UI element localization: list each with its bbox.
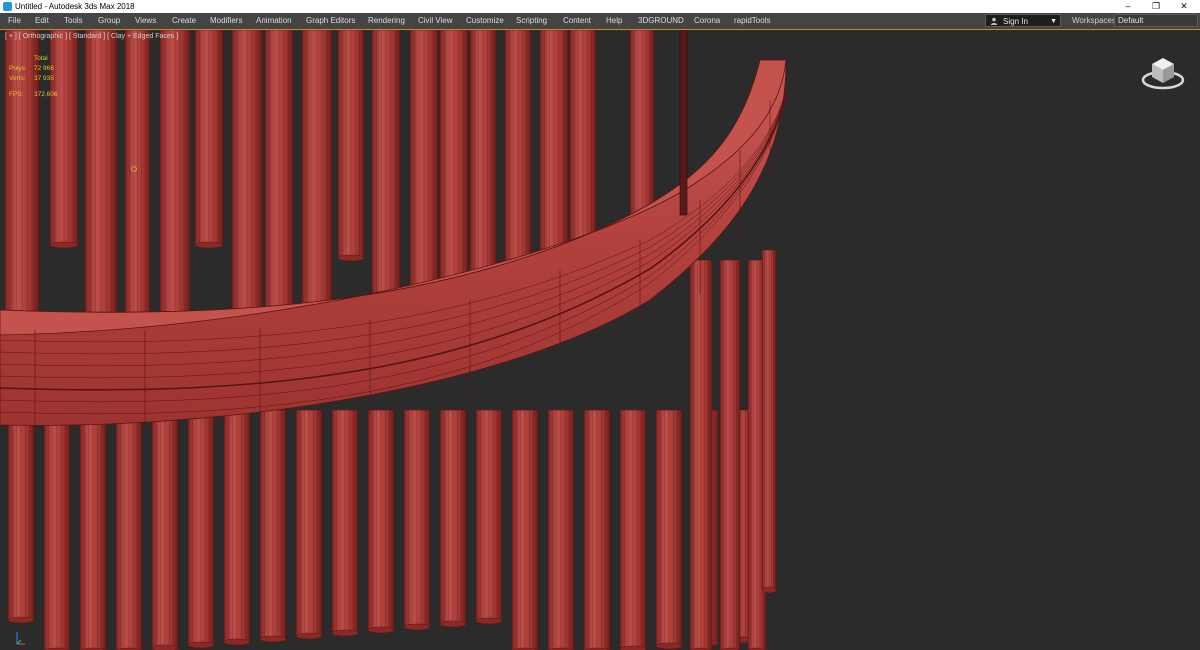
viewport-label-menu[interactable]: [ + ] [ Orthographic ] [ Standard ] [ Cl…	[5, 33, 178, 40]
stat-value: 37 935	[34, 75, 54, 82]
minimize-button[interactable]: –	[1114, 0, 1142, 13]
menu-3dground[interactable]: 3DGROUND	[638, 13, 684, 29]
menu-modifiers[interactable]: Modifiers	[210, 13, 242, 29]
stat-value: 372,606	[34, 91, 58, 98]
restore-button[interactable]: ❐	[1142, 0, 1170, 13]
app-logo-icon	[3, 2, 12, 11]
stat-label: FPS:	[9, 91, 24, 98]
axis-tripod-icon	[16, 632, 25, 645]
menu-animation[interactable]: Animation	[256, 13, 292, 29]
title-bar: Untitled - Autodesk 3ds Max 2018 – ❐ ✕	[0, 0, 1200, 13]
viewcube-icon[interactable]	[1140, 52, 1186, 94]
workspaces-select[interactable]: Default	[1114, 14, 1198, 27]
menu-corona[interactable]: Corona	[694, 13, 720, 29]
menu-help[interactable]: Help	[606, 13, 622, 29]
stat-label: Polys:	[9, 65, 27, 72]
scene-render	[0, 30, 787, 650]
sign-in-label: Sign In	[1003, 17, 1028, 26]
menu-file[interactable]: File	[8, 13, 21, 29]
close-button[interactable]: ✕	[1170, 0, 1198, 13]
menu-scripting[interactable]: Scripting	[516, 13, 547, 29]
pole	[679, 30, 688, 216]
menu-bar: File Edit Tools Group Views Create Modif…	[0, 13, 1200, 29]
menu-rapidtools[interactable]: rapidTools	[734, 13, 770, 29]
menu-rendering[interactable]: Rendering	[368, 13, 405, 29]
stats-header: Total	[34, 55, 48, 62]
menu-edit[interactable]: Edit	[35, 13, 49, 29]
window-title: Untitled - Autodesk 3ds Max 2018	[15, 2, 135, 11]
workspaces-label: Workspaces:	[1072, 16, 1119, 25]
menu-views[interactable]: Views	[135, 13, 156, 29]
menu-group[interactable]: Group	[98, 13, 120, 29]
stat-label: Verts:	[9, 75, 26, 82]
chevron-down-icon: ▼	[1050, 18, 1057, 25]
menu-create[interactable]: Create	[172, 13, 196, 29]
menu-tools[interactable]: Tools	[64, 13, 83, 29]
menu-customize[interactable]: Customize	[466, 13, 504, 29]
perspective-viewport[interactable]: [ + ] [ Orthographic ] [ Standard ] [ Cl…	[0, 29, 1200, 650]
stat-value: 72 968	[34, 65, 54, 72]
menu-graph-editors[interactable]: Graph Editors	[306, 13, 355, 29]
menu-content[interactable]: Content	[563, 13, 591, 29]
menu-civil-view[interactable]: Civil View	[418, 13, 453, 29]
sign-in-dropdown[interactable]: Sign In ▼	[985, 14, 1061, 27]
user-icon	[990, 17, 998, 25]
